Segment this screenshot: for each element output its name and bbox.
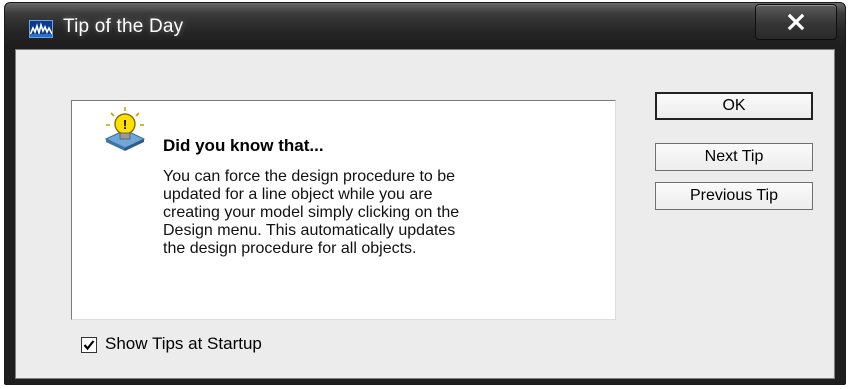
next-tip-button[interactable]: Next Tip [655,143,813,171]
title-bar[interactable]: Tip of the Day [5,3,845,49]
window-title: Tip of the Day [63,16,184,37]
tip-text: You can force the design procedure to be… [163,168,603,258]
lightbulb-icon: ! [104,107,146,151]
show-tips-checkbox[interactable] [81,337,97,353]
tip-heading: Did you know that... [163,136,324,155]
tip-text-line: Design menu. This automatically updates [163,222,456,239]
dialog-body: ! Did you know that... You can force the… [15,49,835,379]
close-button[interactable] [755,4,837,40]
tip-text-line: updated for a line object while you are [163,186,433,203]
tip-text-line: creating your model simply clicking on t… [163,204,460,221]
tip-panel: ! Did you know that... You can force the… [71,100,616,320]
close-icon [787,13,805,31]
ok-button[interactable]: OK [655,92,813,120]
svg-text:!: ! [123,117,127,132]
app-icon [29,20,53,38]
tip-text-line: You can force the design procedure to be [163,168,456,185]
show-tips-label[interactable]: Show Tips at Startup [105,334,262,354]
tip-text-line: the design procedure for all objects. [163,240,417,257]
tip-of-the-day-dialog: Tip of the Day ! Did you know that... Yo… [4,2,846,385]
previous-tip-button[interactable]: Previous Tip [655,182,813,210]
checkmark-icon [83,340,95,351]
